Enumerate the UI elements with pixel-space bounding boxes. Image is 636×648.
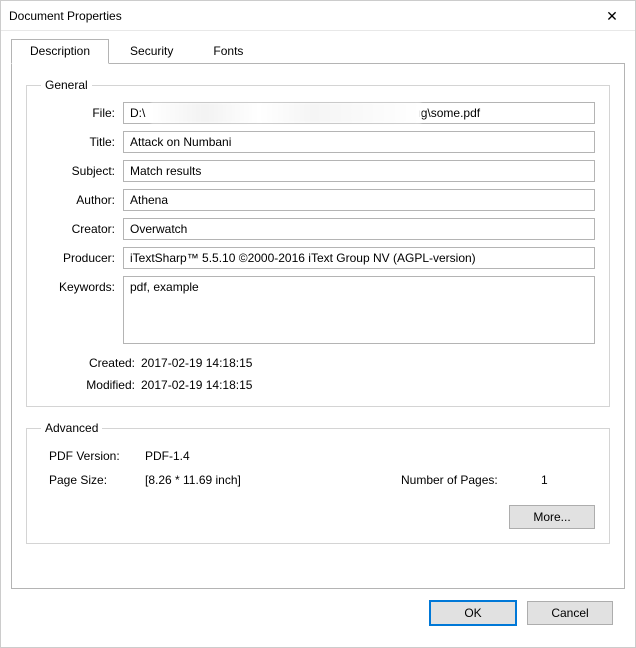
value-pdf-version: PDF-1.4 <box>145 449 401 463</box>
label-file: File: <box>41 106 117 120</box>
window-title: Document Properties <box>9 9 122 23</box>
tab-security[interactable]: Security <box>111 39 192 64</box>
label-page-size: Page Size: <box>45 473 145 487</box>
dialog-window: Document Properties ✕ Description Securi… <box>0 0 636 648</box>
label-num-pages: Number of Pages: <box>401 473 541 487</box>
author-field[interactable] <box>123 189 595 211</box>
close-icon: ✕ <box>606 9 618 23</box>
cancel-button[interactable]: Cancel <box>527 601 613 625</box>
tab-page-description: General File: Title: Subject: Author: Cr… <box>11 63 625 589</box>
file-field-wrap <box>123 102 595 124</box>
label-modified: Modified: <box>41 378 141 392</box>
tab-fonts[interactable]: Fonts <box>194 39 262 64</box>
dialog-footer: OK Cancel <box>11 589 625 637</box>
label-pdf-version: PDF Version: <box>45 449 145 463</box>
advanced-grid: PDF Version: PDF-1.4 Page Size: [8.26 * … <box>41 445 595 491</box>
general-grid: File: Title: Subject: Author: Creator: P… <box>41 102 595 344</box>
label-creator: Creator: <box>41 222 117 236</box>
ok-button[interactable]: OK <box>429 600 517 626</box>
group-general-legend: General <box>41 78 92 92</box>
creator-field[interactable] <box>123 218 595 240</box>
label-author: Author: <box>41 193 117 207</box>
label-created: Created: <box>41 356 141 370</box>
client-area: Description Security Fonts General File:… <box>1 31 635 647</box>
value-page-size: [8.26 * 11.69 inch] <box>145 473 401 487</box>
producer-field[interactable] <box>123 247 595 269</box>
label-subject: Subject: <box>41 164 117 178</box>
group-advanced: Advanced PDF Version: PDF-1.4 Page Size:… <box>26 421 610 544</box>
group-advanced-legend: Advanced <box>41 421 102 435</box>
value-modified: 2017-02-19 14:18:15 <box>141 378 595 392</box>
label-keywords: Keywords: <box>41 276 117 294</box>
more-row: More... <box>41 505 595 529</box>
group-general: General File: Title: Subject: Author: Cr… <box>26 78 610 407</box>
dates-grid: Created: 2017-02-19 14:18:15 Modified: 2… <box>41 356 595 392</box>
file-field[interactable] <box>123 102 595 124</box>
title-bar: Document Properties ✕ <box>1 1 635 31</box>
title-field[interactable] <box>123 131 595 153</box>
value-num-pages: 1 <box>541 473 591 487</box>
subject-field[interactable] <box>123 160 595 182</box>
more-button[interactable]: More... <box>509 505 595 529</box>
keywords-field[interactable] <box>123 276 595 344</box>
label-producer: Producer: <box>41 251 117 265</box>
label-title: Title: <box>41 135 117 149</box>
close-button[interactable]: ✕ <box>589 1 635 31</box>
value-created: 2017-02-19 14:18:15 <box>141 356 595 370</box>
tab-strip: Description Security Fonts <box>11 39 625 64</box>
tab-description[interactable]: Description <box>11 39 109 64</box>
